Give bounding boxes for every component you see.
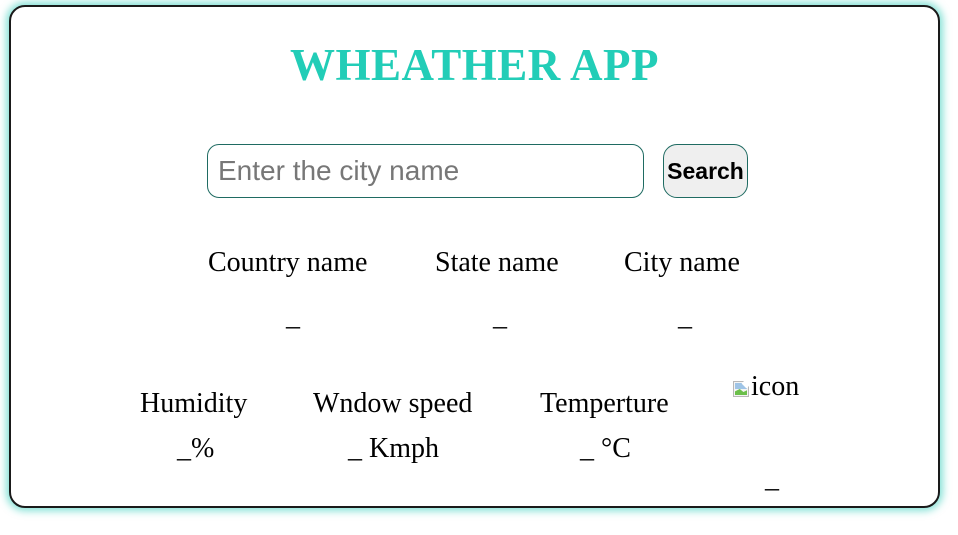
wind-speed-label: Wndow speed bbox=[313, 388, 473, 419]
country-label: Country name bbox=[208, 247, 368, 278]
state-label: State name bbox=[435, 247, 559, 278]
temperature-label: Temperture bbox=[540, 388, 669, 419]
state-value: _ bbox=[493, 301, 507, 332]
temperature-value: _ °C bbox=[580, 433, 631, 464]
app-title: WHEATHER APP bbox=[290, 40, 659, 90]
weather-icon-alt-text: icon bbox=[751, 371, 800, 402]
broken-image-icon bbox=[733, 378, 752, 397]
humidity-value: _% bbox=[177, 433, 215, 464]
city-value: _ bbox=[678, 301, 692, 332]
country-value: _ bbox=[286, 301, 300, 332]
city-label: City name bbox=[624, 247, 740, 278]
humidity-label: Humidity bbox=[140, 388, 248, 419]
wind-speed-value: _ Kmph bbox=[348, 433, 439, 464]
search-button[interactable]: Search bbox=[663, 144, 748, 198]
weather-description-value: _ bbox=[765, 463, 779, 494]
weather-card: WHEATHER APP Search Country name State n… bbox=[9, 5, 940, 508]
city-search-input[interactable] bbox=[207, 144, 644, 198]
weather-icon: icon bbox=[733, 369, 799, 401]
